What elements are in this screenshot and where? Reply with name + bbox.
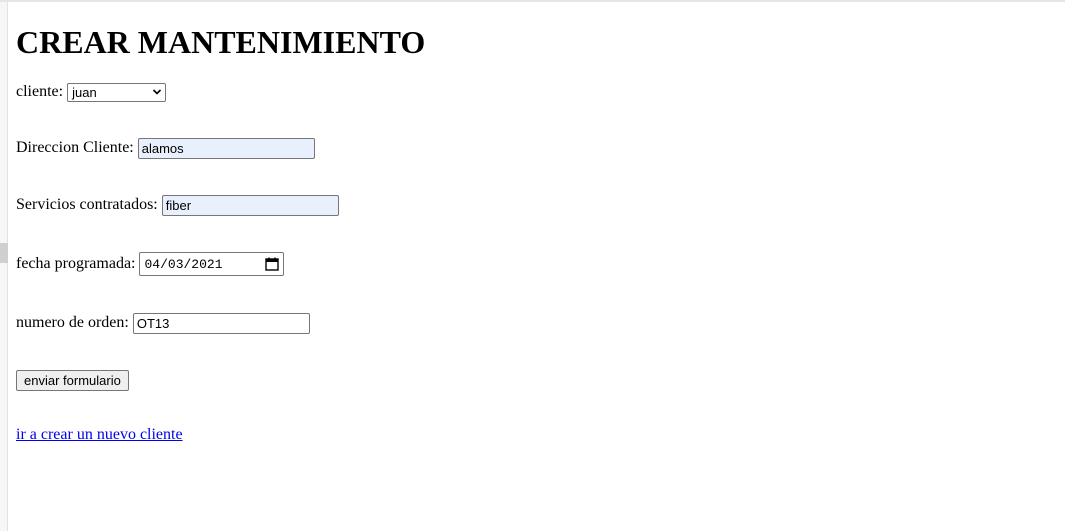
fecha-label: fecha programada:	[16, 255, 136, 272]
chevron-down-icon	[153, 89, 162, 95]
orden-input[interactable]: OT13	[132, 312, 310, 334]
direccion-input[interactable]: alamos	[137, 137, 315, 159]
fecha-row: fecha programada: 04/03/2021	[16, 252, 285, 276]
servicios-row: Servicios contratados: fiber	[16, 193, 339, 217]
orden-row: numero de orden: OT13	[16, 311, 310, 335]
submit-button[interactable]: enviar formulario	[16, 369, 129, 391]
calendar-icon[interactable]	[265, 257, 280, 271]
direccion-label: Direccion Cliente:	[16, 139, 134, 156]
window-top-border	[0, 0, 1065, 2]
cliente-row: cliente: juan	[16, 80, 167, 104]
servicios-input[interactable]: fiber	[161, 194, 339, 216]
orden-label: numero de orden:	[16, 314, 129, 331]
left-scroll-edge	[0, 2, 8, 531]
submit-row: enviar formulario	[16, 368, 129, 392]
servicios-label: Servicios contratados:	[16, 196, 158, 213]
cliente-select-value: juan	[72, 84, 97, 100]
fecha-date-input[interactable]: 04/03/2021	[139, 252, 285, 276]
direccion-row: Direccion Cliente: alamos	[16, 136, 315, 160]
cliente-select[interactable]: juan	[67, 82, 167, 102]
page-title: CREAR MANTENIMIENTO	[16, 24, 426, 60]
nuevo-cliente-link[interactable]: ir a crear un nuevo cliente	[16, 426, 183, 444]
fecha-value: 04/03/2021	[144, 256, 223, 272]
left-edge-handle[interactable]	[0, 243, 8, 263]
cliente-label: cliente:	[16, 83, 64, 100]
